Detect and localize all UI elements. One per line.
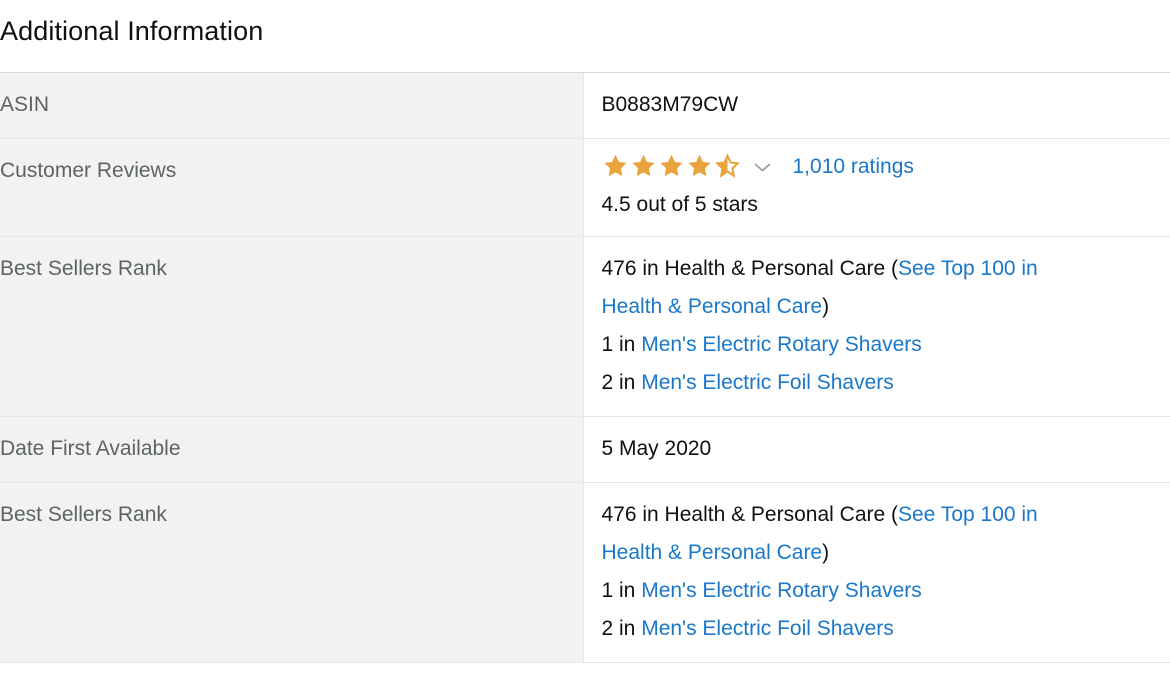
table-row: Best Sellers Rank 476 in Health & Person…: [0, 482, 1170, 663]
star-icon-1: [603, 154, 627, 177]
row-label-best-sellers-rank: Best Sellers Rank: [0, 236, 583, 417]
foil-shavers-link[interactable]: Men's Electric Foil Shavers: [641, 617, 894, 640]
rating-summary-text: 4.5 out of 5 stars: [601, 193, 758, 216]
rank-line: 1 in Men's Electric Rotary Shavers: [602, 326, 1153, 364]
rank-suffix: ): [822, 541, 830, 564]
rank-prefix: 2 in: [601, 371, 642, 394]
date-first-available-value: 5 May 2020: [601, 437, 712, 460]
rank-prefix: 1 in: [601, 333, 642, 356]
rank-line: Health & Personal Care): [602, 534, 1153, 572]
health-personal-care-link[interactable]: Health & Personal Care: [602, 541, 823, 564]
row-label-asin: ASIN: [0, 73, 583, 139]
rank-line: Health & Personal Care): [602, 288, 1153, 326]
star-rating[interactable]: [602, 153, 741, 179]
ratings-count-link[interactable]: 1,010 ratings: [793, 152, 914, 182]
star-icon-3: [659, 154, 683, 177]
asin-value: B0883M79CW: [601, 93, 739, 116]
row-label-best-sellers-rank-2: Best Sellers Rank: [0, 482, 583, 663]
rank-line: 2 in Men's Electric Foil Shavers: [602, 364, 1153, 402]
rotary-shavers-link[interactable]: Men's Electric Rotary Shavers: [641, 333, 922, 356]
star-icon-4: [687, 154, 711, 177]
rank-line: 1 in Men's Electric Rotary Shavers: [602, 572, 1153, 610]
row-value-best-sellers-rank-2: 476 in Health & Personal Care (See Top 1…: [582, 482, 1170, 663]
rotary-shavers-link[interactable]: Men's Electric Rotary Shavers: [641, 579, 922, 602]
table-row: ASIN B0883M79CW: [0, 73, 1170, 139]
row-label-date-first-available: Date First Available: [0, 416, 583, 483]
table-row: Customer Reviews 1,010 ratings 4.5 out o…: [0, 138, 1170, 237]
foil-shavers-link[interactable]: Men's Electric Foil Shavers: [641, 371, 894, 394]
rank-line: 476 in Health & Personal Care (See Top 1…: [602, 250, 1153, 288]
rank-prefix: 2 in: [601, 617, 642, 640]
chevron-down-icon[interactable]: [754, 162, 771, 173]
rank-prefix: 1 in: [601, 579, 642, 602]
rank-prefix: 476 in Health & Personal Care (: [601, 257, 899, 280]
rank-prefix: 476 in Health & Personal Care (: [601, 503, 899, 526]
table-row: Best Sellers Rank 476 in Health & Person…: [0, 236, 1170, 417]
table-row: Date First Available 5 May 2020: [0, 416, 1170, 483]
see-top-100-link[interactable]: See Top 100 in: [898, 503, 1038, 526]
row-value-customer-reviews: 1,010 ratings 4.5 out of 5 stars: [582, 138, 1170, 237]
rank-suffix: ): [822, 295, 830, 318]
row-value-date-first-available: 5 May 2020: [582, 416, 1170, 483]
page-title: Additional Information: [0, 16, 264, 46]
section-header: Additional Information: [0, 0, 1170, 60]
rank-line: 476 in Health & Personal Care (See Top 1…: [602, 496, 1153, 534]
product-information-page: Additional Information ASIN B0883M79CW C…: [0, 0, 1170, 663]
rank-line: 2 in Men's Electric Foil Shavers: [602, 610, 1153, 648]
row-value-best-sellers-rank: 476 in Health & Personal Care (See Top 1…: [582, 236, 1170, 417]
rating-summary: 1,010 ratings: [602, 152, 1153, 182]
row-label-customer-reviews: Customer Reviews: [0, 138, 583, 237]
star-icon-5-half: [714, 153, 740, 178]
star-icon-2: [631, 154, 655, 177]
additional-information-table: ASIN B0883M79CW Customer Reviews 1,010 r…: [0, 73, 1170, 663]
row-value-asin: B0883M79CW: [582, 73, 1170, 139]
health-personal-care-link[interactable]: Health & Personal Care: [602, 295, 823, 318]
see-top-100-link[interactable]: See Top 100 in: [898, 257, 1038, 280]
